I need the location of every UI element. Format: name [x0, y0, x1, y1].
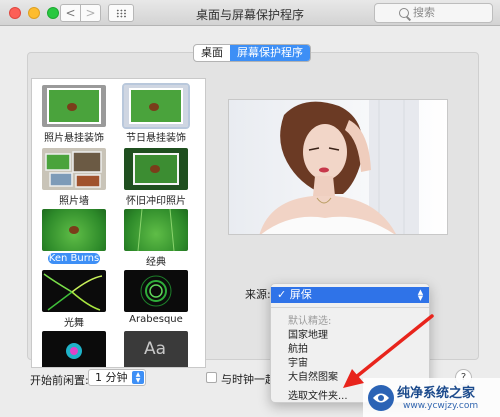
tab-desktop[interactable]: 桌面: [194, 45, 230, 61]
arrow-shaft: [354, 314, 434, 379]
tab-screensaver[interactable]: 屏幕保护程序: [230, 45, 310, 61]
tab-bar: 桌面 屏幕保护程序: [193, 44, 311, 62]
annotation-arrow: [343, 314, 434, 388]
